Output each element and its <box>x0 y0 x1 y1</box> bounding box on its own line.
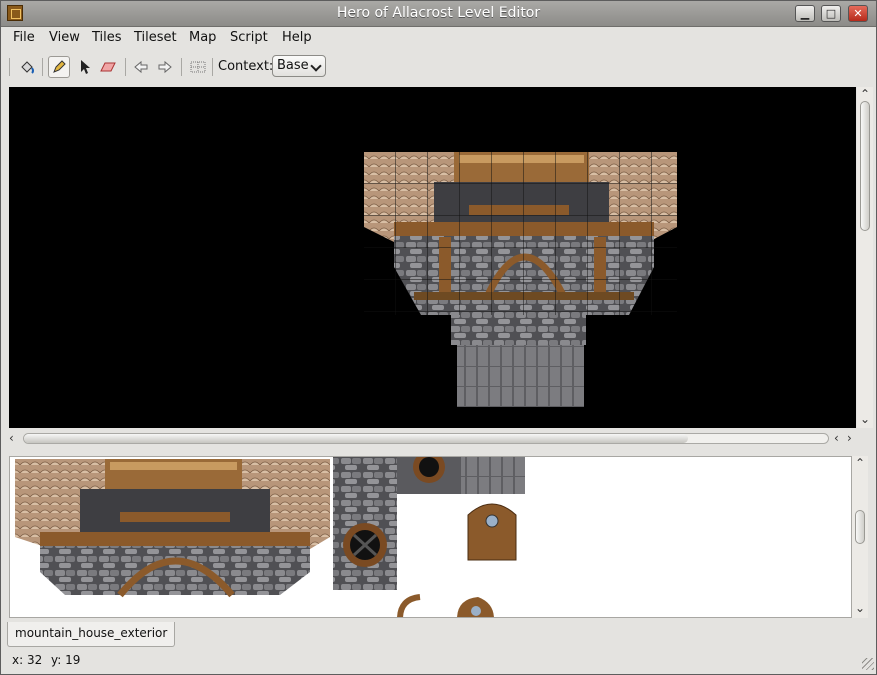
scroll-up-icon[interactable]: ⌃ <box>855 457 865 469</box>
menu-map[interactable]: Map <box>189 30 216 45</box>
maximize-button[interactable]: □ <box>821 5 841 22</box>
scroll-right-icon[interactable]: › <box>847 432 852 444</box>
scroll-up-icon[interactable]: ⌃ <box>860 88 870 100</box>
select-pointer-icon[interactable] <box>74 56 96 78</box>
map-hscroll-thumb[interactable] <box>24 434 688 443</box>
tileset-vertical-scrollbar[interactable]: ⌃ ⌄ <box>852 456 868 618</box>
toolbar: Context: Base <box>1 51 876 83</box>
hscroll-track[interactable] <box>23 433 829 444</box>
grid-toggle-icon[interactable] <box>187 56 209 78</box>
eraser-icon[interactable] <box>97 56 119 78</box>
scroll-left-icon[interactable]: ‹ <box>834 432 839 444</box>
context-label: Context: <box>218 59 274 74</box>
status-x-coord: x: 32 <box>12 653 43 667</box>
map-canvas[interactable] <box>9 87 856 428</box>
menu-script[interactable]: Script <box>230 30 268 45</box>
menu-view[interactable]: View <box>49 30 80 45</box>
tileset-vscroll-thumb[interactable] <box>855 510 865 544</box>
status-y-coord: y: 19 <box>51 653 81 667</box>
toolbar-separator <box>125 58 126 76</box>
tileset-panel[interactable] <box>9 456 852 618</box>
toolbar-separator <box>181 58 182 76</box>
fill-bucket-icon[interactable] <box>16 56 38 78</box>
context-select[interactable]: Base <box>272 55 326 77</box>
resize-grip-icon[interactable] <box>862 658 874 670</box>
window-title: Hero of Allacrost Level Editor <box>336 5 541 21</box>
menu-file[interactable]: File <box>13 30 35 45</box>
minimize-button[interactable]: ▁ <box>795 5 815 22</box>
title-bar[interactable]: Hero of Allacrost Level Editor ▁ □ ✕ <box>1 1 876 27</box>
toolbar-handle <box>9 58 10 76</box>
map-horizontal-scrollbar[interactable]: ‹ ‹ › <box>9 432 856 446</box>
menu-tileset[interactable]: Tileset <box>134 30 177 45</box>
editor-window: Hero of Allacrost Level Editor ▁ □ ✕ Fil… <box>0 0 877 675</box>
map-vertical-scrollbar[interactable]: ⌃ ⌄ <box>857 87 873 428</box>
context-select-value: Base <box>277 58 309 73</box>
toolbar-separator <box>42 58 43 76</box>
scroll-left-icon[interactable]: ‹ <box>9 432 14 444</box>
scroll-down-icon[interactable]: ⌄ <box>860 413 870 425</box>
chevron-down-icon <box>310 60 322 72</box>
undo-arrow-icon[interactable] <box>130 56 152 78</box>
tileset-tiles-render <box>15 457 525 617</box>
status-bar: x: 32 y: 19 <box>1 650 876 672</box>
pencil-icon[interactable] <box>48 56 70 78</box>
menu-tiles[interactable]: Tiles <box>92 30 122 45</box>
map-vscroll-thumb[interactable] <box>860 101 870 231</box>
close-button[interactable]: ✕ <box>848 5 868 22</box>
redo-arrow-icon[interactable] <box>154 56 176 78</box>
toolbar-separator <box>212 58 213 76</box>
menu-help[interactable]: Help <box>282 30 312 45</box>
map-tiles-render <box>364 152 677 407</box>
tab-mountain-house-exterior[interactable]: mountain_house_exterior <box>7 622 176 647</box>
scroll-down-icon[interactable]: ⌄ <box>855 602 865 614</box>
menu-bar: File View Tiles Tileset Map Script Help <box>1 27 876 49</box>
